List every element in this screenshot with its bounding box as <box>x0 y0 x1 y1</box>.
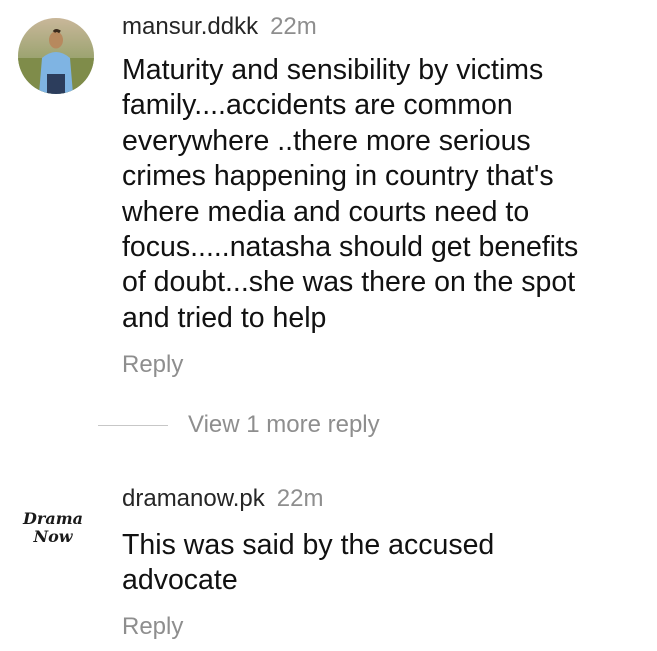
username-link[interactable]: dramanow.pk <box>122 485 265 512</box>
drama-now-logo-text: Drama <box>23 509 83 528</box>
avatar[interactable] <box>18 18 94 94</box>
reply-button[interactable]: Reply <box>122 612 183 642</box>
profile-photo-icon <box>18 18 94 94</box>
comment-text-line: This was said by the accused <box>122 529 495 561</box>
comment-text-line: crimes happening in country that's <box>122 160 554 193</box>
comment-timestamp: 22m <box>276 485 324 512</box>
comment-text-line: Maturity and sensibility by victims <box>122 54 544 86</box>
comment-meta: dramanow.pk 22m <box>122 484 637 514</box>
comment-meta: mansur.ddkk 22m <box>122 12 637 42</box>
username-link[interactable]: mansur.ddkk <box>122 13 258 40</box>
comment-text: This was said by the accused advocate <box>122 528 637 599</box>
comment-text-line: where media and courts need to <box>122 195 530 228</box>
comment-text-line: of doubt...she was there on the spot <box>122 266 576 299</box>
comment-text-line: advocate <box>122 564 238 597</box>
divider-line <box>98 424 168 426</box>
view-more-replies-button[interactable]: View 1 more reply <box>98 405 380 445</box>
comment-text-line: everywhere ..there more serious <box>122 124 531 157</box>
avatar[interactable]: Drama Now <box>16 510 90 546</box>
view-more-replies-label: View 1 more reply <box>188 411 380 438</box>
comment-text-line: and tried to help <box>122 301 327 334</box>
comment-text: Maturity and sensibility by victims fami… <box>122 53 637 336</box>
reply-button[interactable]: Reply <box>122 350 183 380</box>
comment-text-line: focus.....natasha should get benefits <box>122 231 579 264</box>
drama-now-logo-text: Now <box>33 527 73 546</box>
comment-timestamp: 22m <box>270 13 317 40</box>
comment-text-line: family....accidents are common <box>122 89 513 122</box>
